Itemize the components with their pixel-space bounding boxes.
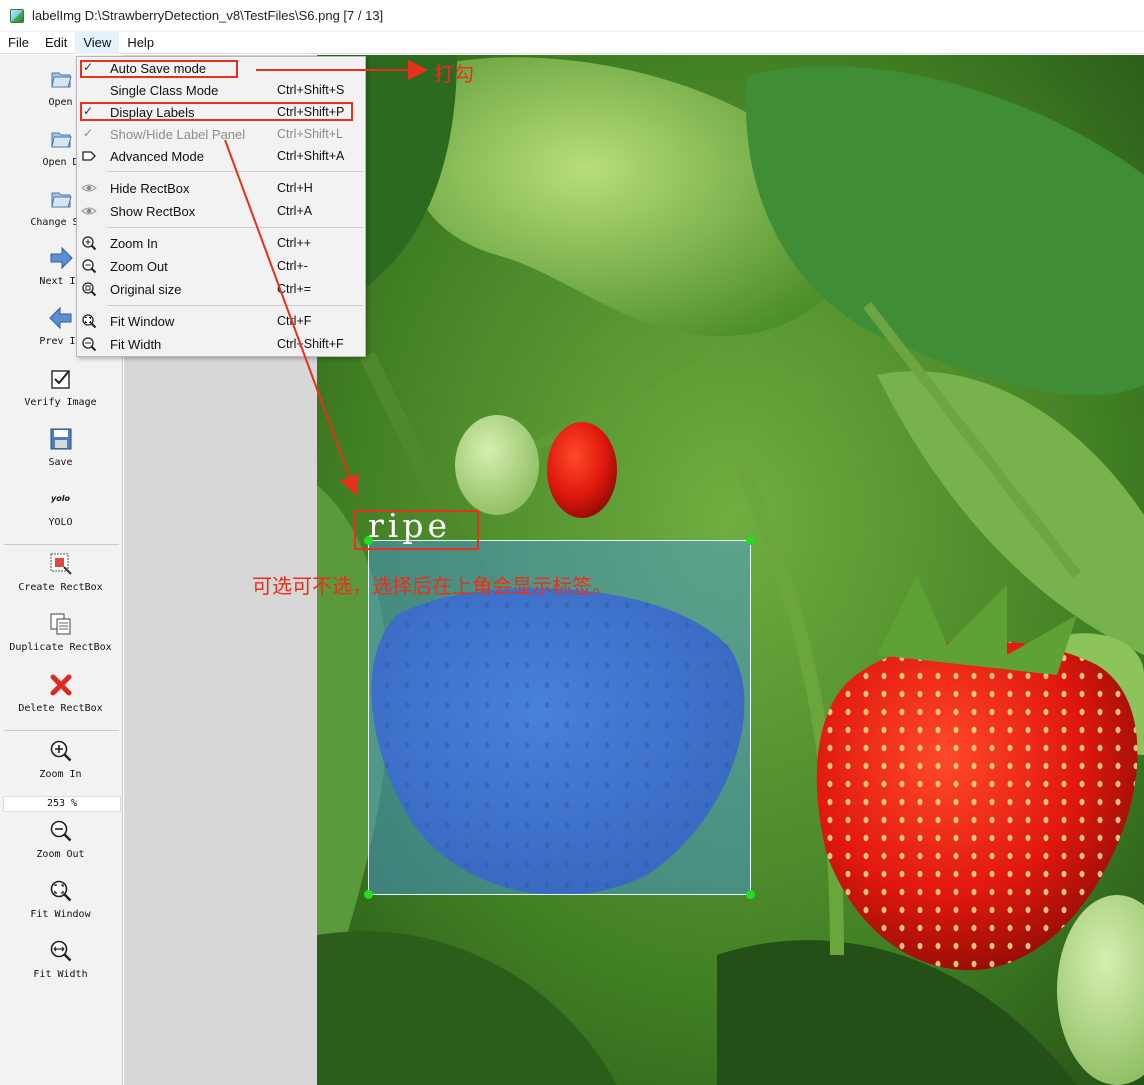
annotation-tick-note: 打勾	[434, 62, 474, 86]
arrow-to-label	[224, 139, 359, 496]
annotation-arrows	[224, 60, 428, 496]
annotation-label-note: 可选可不选，选择后在上角会显示标签。	[252, 574, 612, 598]
